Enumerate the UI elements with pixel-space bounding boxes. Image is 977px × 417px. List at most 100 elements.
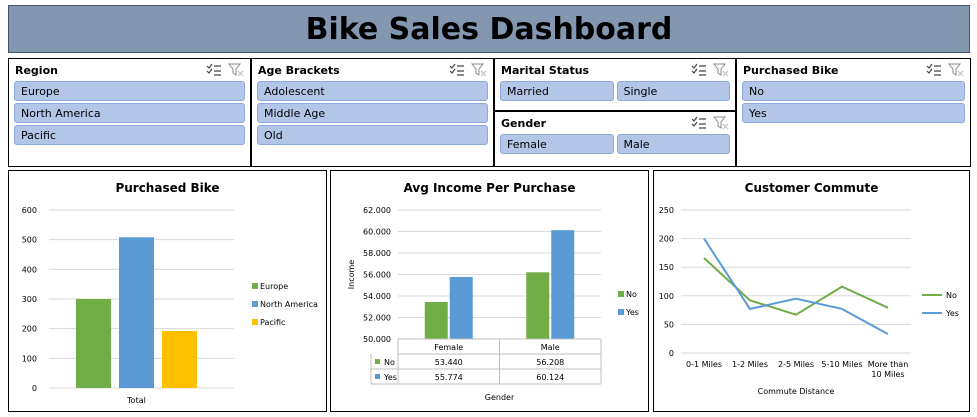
legend-swatch — [252, 283, 258, 289]
y-tick-label: 0 — [32, 384, 37, 393]
legend-label: Europe — [260, 282, 288, 291]
y-tick-label: 52.000 — [363, 314, 391, 323]
purchased-bike-chart: 0 100 200 300 400 500 600 Total Europe North Amer… — [22, 206, 318, 405]
slicer-header: Gender — [495, 112, 735, 134]
x-tick-label: Male — [541, 343, 560, 352]
age-brackets-slicer: Age Brackets Adolescent Middle Age Old — [251, 58, 494, 167]
customer-commute-chart: 0 50 100 150 200 250 0-1 Miles 1-2 Miles 2-5 Mil… — [659, 206, 959, 396]
y-tick-label: 600 — [22, 206, 37, 215]
slicer-header: Marital Status — [495, 59, 735, 81]
y-tick-label: 300 — [22, 295, 37, 304]
multi-select-icon[interactable] — [691, 63, 707, 77]
legend-swatch — [618, 291, 624, 297]
slicer-item-old[interactable]: Old — [257, 125, 488, 145]
purchased-bike-slicer: Purchased Bike No Yes — [736, 58, 971, 167]
slicer-item-middle-age[interactable]: Middle Age — [257, 103, 488, 123]
multi-select-icon[interactable] — [206, 63, 222, 77]
clear-filter-icon[interactable] — [470, 63, 487, 77]
multi-select-icon[interactable] — [926, 63, 942, 77]
legend-swatch — [618, 309, 624, 315]
y-tick-label: 200 — [659, 235, 674, 244]
slicer-header: Purchased Bike — [737, 59, 970, 81]
bar — [119, 237, 154, 388]
chart-title: Customer Commute — [744, 181, 879, 195]
dashboard-title: Bike Sales Dashboard — [305, 11, 673, 47]
multi-select-icon[interactable] — [449, 63, 465, 77]
legend-label: Yes — [945, 309, 959, 318]
slicer-title: Purchased Bike — [743, 63, 839, 77]
y-tick-label: 500 — [22, 236, 37, 245]
legend-label: North America — [260, 300, 318, 309]
bar — [162, 331, 197, 388]
y-tick-label: 50 — [664, 320, 674, 329]
clear-filter-icon[interactable] — [947, 63, 964, 77]
slicer-item-single[interactable]: Single — [616, 81, 730, 101]
slicer-item-married[interactable]: Married — [500, 81, 614, 101]
chart-title: Avg Income Per Purchase — [403, 181, 576, 195]
clear-filter-icon[interactable] — [712, 116, 729, 130]
legend-label: Pacific — [260, 318, 285, 327]
avg-income-chart-panel: Avg Income Per Purchase 50.000 52.000 54.0… — [330, 170, 649, 412]
y-tick-label: 0 — [669, 349, 674, 358]
y-axis-label: Income — [347, 260, 356, 290]
legend-swatch — [252, 301, 258, 307]
y-tick-label: 100 — [659, 292, 674, 301]
x-tick-label: Female — [434, 343, 463, 352]
legend-swatch — [252, 319, 258, 325]
y-tick-label: 62.000 — [363, 206, 391, 215]
slicer-header: Age Brackets — [252, 59, 493, 81]
bar — [551, 230, 575, 339]
legend-label: Yes — [625, 308, 639, 317]
table-cell: 60.124 — [536, 373, 564, 382]
slicer-item-pacific[interactable]: Pacific — [14, 125, 245, 145]
customer-commute-chart-panel: Customer Commute 0 50 100 150 200 250 0-1 Mile… — [653, 170, 970, 412]
chart-title: Purchased Bike — [115, 181, 220, 195]
slicer-title: Marital Status — [501, 63, 590, 77]
dashboard-title-bar: Bike Sales Dashboard — [8, 5, 970, 53]
series-line — [703, 257, 889, 316]
marital-status-slicer: Marital Status Married Single — [494, 58, 736, 111]
purchased-bike-chart-panel: Purchased Bike 0 100 200 300 400 500 600 Total E… — [8, 170, 327, 412]
series-line — [703, 238, 889, 336]
x-tick-label: Total — [126, 396, 146, 405]
x-tick-label: 1-2 Miles — [732, 360, 768, 369]
bar — [449, 276, 473, 339]
y-tick-label: 250 — [659, 206, 674, 215]
x-tick-label: 10 Miles — [871, 370, 904, 379]
gender-slicer: Gender Female Male — [494, 111, 736, 167]
region-slicer: Region Europe North America Pacific — [8, 58, 251, 167]
slicer-item-north-america[interactable]: North America — [14, 103, 245, 123]
clear-filter-icon[interactable] — [712, 63, 729, 77]
slicer-item-yes[interactable]: Yes — [742, 103, 965, 123]
y-tick-label: 200 — [22, 325, 37, 334]
table-cell: 55.774 — [435, 373, 463, 382]
slicer-item-female[interactable]: Female — [500, 134, 614, 154]
x-tick-label: More than — [868, 360, 909, 369]
table-legend-key — [375, 374, 380, 379]
table-legend-key — [375, 359, 380, 364]
bar — [526, 272, 550, 339]
slicer-title: Age Brackets — [258, 63, 340, 77]
slicer-item-europe[interactable]: Europe — [14, 81, 245, 101]
x-axis-label: Gender — [485, 393, 515, 402]
bar — [424, 302, 448, 339]
x-axis-label: Commute Distance — [758, 387, 835, 396]
legend-label: No — [626, 290, 637, 299]
slicer-title: Gender — [501, 116, 547, 130]
y-tick-label: 58.000 — [363, 249, 391, 258]
slicer-item-no[interactable]: No — [742, 81, 965, 101]
table-cell: 53.440 — [435, 358, 463, 367]
y-tick-label: 60.000 — [363, 228, 391, 237]
slicer-item-adolescent[interactable]: Adolescent — [257, 81, 488, 101]
x-tick-label: 5-10 Miles — [821, 360, 862, 369]
y-tick-label: 100 — [22, 354, 37, 363]
y-tick-label: 400 — [22, 265, 37, 274]
slicer-item-male[interactable]: Male — [616, 134, 730, 154]
legend-label: No — [946, 291, 957, 300]
avg-income-chart: 50.000 52.000 54.000 56.000 58.000 60.000 62.0… — [347, 206, 639, 402]
multi-select-icon[interactable] — [691, 116, 707, 130]
y-tick-label: 150 — [659, 263, 674, 272]
slicer-header: Region — [9, 59, 250, 81]
y-tick-label: 50.000 — [363, 335, 391, 344]
clear-filter-icon[interactable] — [227, 63, 244, 77]
